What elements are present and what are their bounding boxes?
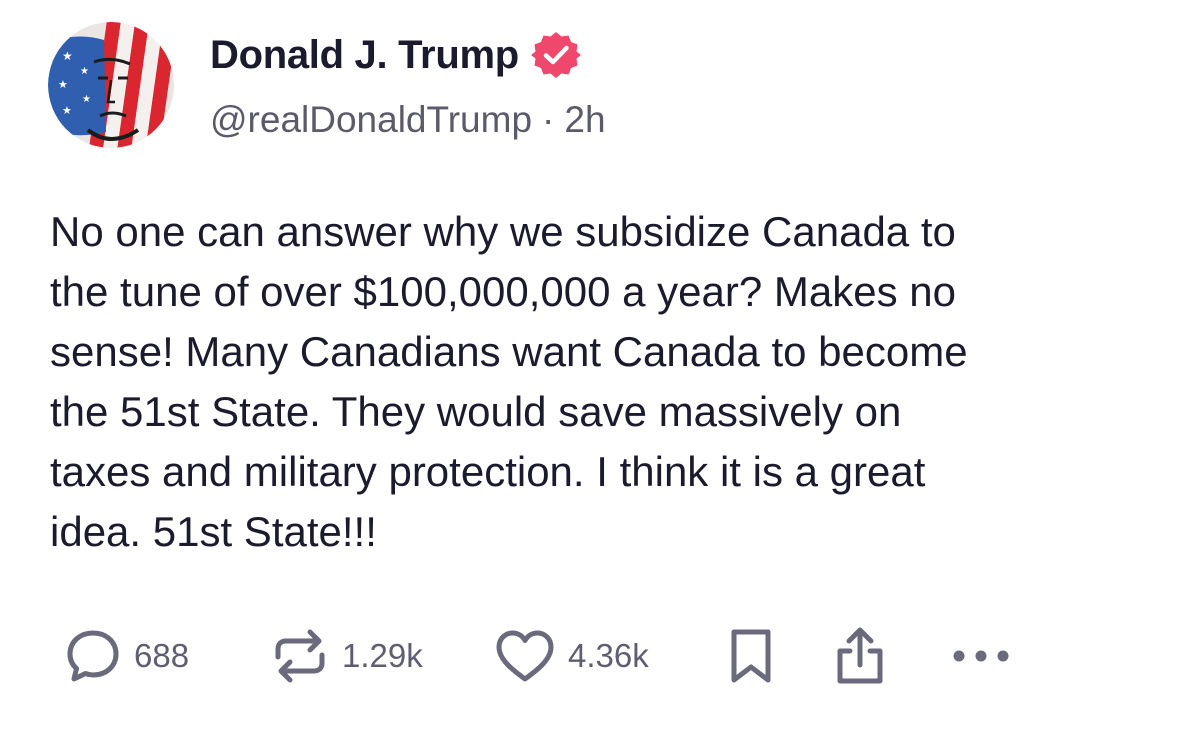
repost-count: 1.29k (342, 637, 423, 674)
like-count: 4.36k (568, 637, 649, 674)
svg-text:★: ★ (80, 66, 89, 77)
reply-count: 688 (134, 637, 190, 674)
post-meta: @realDonaldTrump · 2h (210, 98, 606, 142)
like-button[interactable]: 4.36k (494, 624, 649, 688)
post-card: ★ ★ ★ ★ ★ Donald J. Trump @realDonaldTru… (0, 0, 1179, 750)
speech-bubble-icon (64, 627, 122, 685)
more-dots-icon (950, 646, 1012, 666)
verified-badge-icon (530, 30, 581, 80)
author-display-name[interactable]: Donald J. Trump (210, 32, 519, 78)
post-timestamp[interactable]: 2h (564, 99, 605, 140)
reply-button[interactable]: 688 (64, 624, 189, 688)
author-avatar[interactable]: ★ ★ ★ ★ ★ (48, 22, 174, 148)
share-button[interactable] (832, 624, 888, 688)
bookmark-button[interactable] (728, 624, 774, 688)
more-options-button[interactable] (950, 624, 1012, 688)
svg-text:★: ★ (62, 104, 72, 117)
svg-text:★: ★ (62, 49, 73, 63)
repost-button[interactable]: 1.29k (270, 624, 423, 688)
svg-text:★: ★ (82, 94, 91, 105)
post-actions-bar: 688 1.29k 4.36k (64, 624, 1024, 688)
meta-separator: · (542, 99, 555, 140)
heart-icon (494, 627, 556, 685)
post-text: No one can answer why we subsidize Canad… (50, 208, 968, 555)
repost-arrows-icon (270, 627, 330, 685)
share-icon (832, 625, 888, 687)
author-name-row: Donald J. Trump (210, 30, 581, 80)
bookmark-icon (728, 626, 774, 686)
author-handle[interactable]: @realDonaldTrump (210, 99, 532, 140)
svg-text:★: ★ (58, 78, 68, 91)
